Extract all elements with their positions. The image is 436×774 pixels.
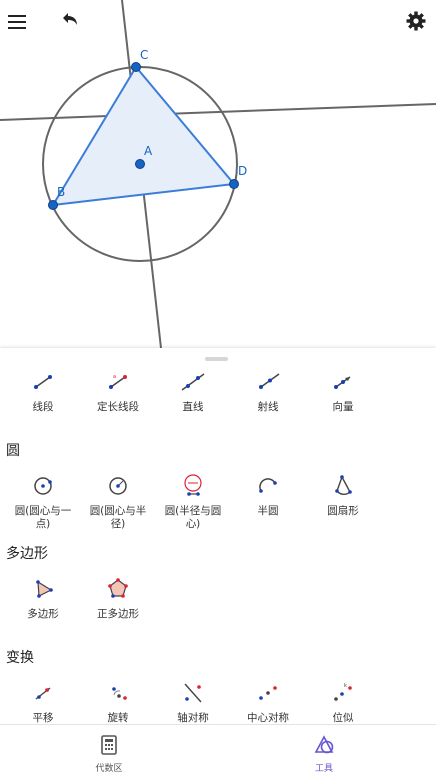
tool-label: 圆扇形 xyxy=(327,505,359,517)
tool-label: 直线 xyxy=(182,401,204,413)
tab-label: 代数区 xyxy=(95,764,123,774)
tool-reflect-line[interactable]: 轴对称 xyxy=(156,679,230,724)
translate-icon xyxy=(35,687,51,700)
tool-circle-center-radius[interactable]: 圆(圆心与半 径) xyxy=(81,472,155,531)
fixed-segment-icon: a xyxy=(109,374,127,389)
tab-algebra[interactable]: 代数区 xyxy=(49,725,169,774)
tool-label: 轴对称 xyxy=(177,712,209,724)
point-a[interactable] xyxy=(135,159,145,169)
semicircle-icon xyxy=(259,478,277,493)
point-b[interactable] xyxy=(48,200,58,210)
point-d[interactable] xyxy=(229,179,239,189)
tool-translate[interactable]: 平移 xyxy=(6,679,80,724)
tool-label: 多边形 xyxy=(27,608,59,620)
tool-label: 中心对称 xyxy=(247,712,289,724)
tool-compass[interactable]: 圆(半径与圆 心) xyxy=(156,472,230,531)
tool-rotate[interactable]: 旋转 xyxy=(81,679,155,724)
rotate-icon xyxy=(112,687,127,700)
tool-polygon[interactable]: 多边形 xyxy=(6,575,80,621)
dilate-icon: k xyxy=(334,683,352,701)
compass-icon xyxy=(184,474,202,496)
svg-text:k: k xyxy=(344,683,347,689)
point-label-a: A xyxy=(144,144,153,158)
section-title-transform: 变换 xyxy=(6,650,34,666)
line-icon xyxy=(181,373,205,391)
tool-fixed-segment[interactable]: a 定长线段 xyxy=(81,368,155,414)
tools-panel: 线段 a 定长线段 直线 射线 向量 圆 圆(圆心与一 点) 圆(圆心与半 径)… xyxy=(0,348,436,724)
reflect-point-icon xyxy=(259,686,277,700)
point-label-c: C xyxy=(140,48,148,62)
tool-label: 正多边形 xyxy=(97,608,139,620)
tab-tools[interactable]: 工具 xyxy=(264,725,384,774)
tool-label: 位似 xyxy=(332,712,354,724)
reflect-line-icon xyxy=(184,683,202,703)
point-c[interactable] xyxy=(131,62,141,72)
tool-line[interactable]: 直线 xyxy=(156,368,230,414)
polygon-icon xyxy=(36,580,53,598)
svg-text:a: a xyxy=(113,374,116,380)
regular-polygon-icon xyxy=(108,578,128,598)
tool-sector[interactable]: 圆扇形 xyxy=(306,472,380,518)
tool-label: 半圆 xyxy=(257,505,279,517)
tool-label: 圆(圆心与一 点) xyxy=(14,505,72,530)
vector-icon xyxy=(334,376,351,389)
drag-handle[interactable] xyxy=(205,357,228,361)
tool-label: 射线 xyxy=(257,401,279,413)
tool-vector[interactable]: 向量 xyxy=(306,368,380,414)
point-label-d: D xyxy=(238,164,247,178)
tool-label: 平移 xyxy=(32,712,54,724)
tool-regular-polygon[interactable]: 正多边形 xyxy=(81,575,155,621)
gear-icon[interactable] xyxy=(405,10,427,32)
tools-icon xyxy=(314,735,334,754)
tool-label: 定长线段 xyxy=(97,401,139,413)
menu-icon[interactable] xyxy=(6,11,28,33)
calculator-icon xyxy=(101,735,117,755)
tool-reflect-point[interactable]: 中心对称 xyxy=(231,679,305,724)
graphics-canvas[interactable]: C A B D xyxy=(0,0,436,348)
tool-semicircle[interactable]: 半圆 xyxy=(231,472,305,518)
ray-icon xyxy=(259,373,280,389)
circle-center-radius-icon xyxy=(109,477,127,495)
tool-label: 圆(圆心与半 径) xyxy=(89,505,147,530)
undo-icon[interactable] xyxy=(58,10,80,32)
tool-segment[interactable]: 线段 xyxy=(6,368,80,414)
circle-center-point-icon xyxy=(34,477,52,495)
point-label-b: B xyxy=(57,185,65,199)
tool-label: 圆(半径与圆 心) xyxy=(164,505,222,530)
section-title-polygon: 多边形 xyxy=(6,546,48,562)
section-title-circle: 圆 xyxy=(6,443,20,459)
bottom-navigation: 代数区 工具 xyxy=(0,724,436,774)
segment-icon xyxy=(34,375,52,389)
tab-label: 工具 xyxy=(314,764,333,774)
tool-label: 向量 xyxy=(332,401,354,413)
tool-ray[interactable]: 射线 xyxy=(231,368,305,414)
tool-label: 旋转 xyxy=(107,712,129,724)
sector-icon xyxy=(335,475,352,495)
tool-dilate[interactable]: k 位似 xyxy=(306,679,380,724)
tool-label: 线段 xyxy=(32,401,54,413)
tool-circle-center-point[interactable]: 圆(圆心与一 点) xyxy=(6,472,80,531)
